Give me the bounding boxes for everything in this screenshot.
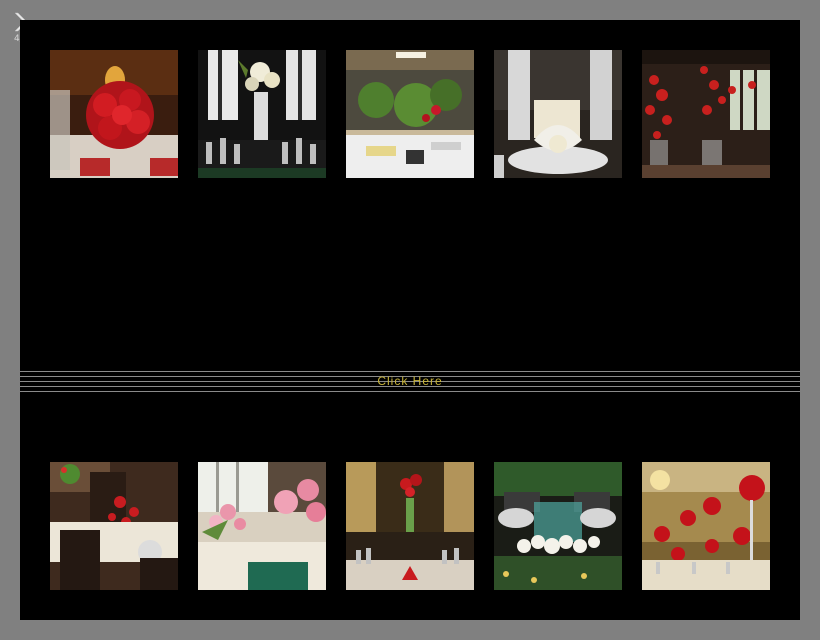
photo-white-orchid-glass-table <box>494 462 622 590</box>
photo-red-rose-centerpiece <box>50 50 178 178</box>
thumbnail-white-orchid-glass-table[interactable] <box>494 462 622 590</box>
thumbnail-banquet-red-rose-vase[interactable] <box>346 462 474 590</box>
thumbnail-dining-table-red-flowers[interactable] <box>50 462 178 590</box>
thumbnail-green-plant-setting[interactable] <box>346 50 474 178</box>
photo-napkin-menu-card <box>494 50 622 178</box>
photo-red-orchid-branches <box>642 50 770 178</box>
thumbnail-napkin-menu-card[interactable] <box>494 50 622 178</box>
photo-white-flower-vase <box>198 50 326 178</box>
thumbnail-white-flower-vase[interactable] <box>198 50 326 178</box>
thumbnail-gold-hall-red-rose-stands[interactable] <box>642 462 770 590</box>
photo-banquet-red-rose-vase <box>346 462 474 590</box>
photo-pink-rose-arrangement <box>198 462 326 590</box>
thumbnail-pink-rose-arrangement[interactable] <box>198 462 326 590</box>
photo-green-plant-setting <box>346 50 474 178</box>
thumbnail-red-orchid-branches[interactable] <box>642 50 770 178</box>
photo-dining-table-red-flowers <box>50 462 178 590</box>
thumbnail-row-top <box>50 50 770 178</box>
thumbnail-red-rose-centerpiece[interactable] <box>50 50 178 178</box>
thumbnail-row-bottom <box>50 462 770 590</box>
photo-gold-hall-red-rose-stands <box>642 462 770 590</box>
gallery-stage: Click Here <box>20 20 800 620</box>
click-here-link[interactable]: Click Here <box>20 374 800 388</box>
